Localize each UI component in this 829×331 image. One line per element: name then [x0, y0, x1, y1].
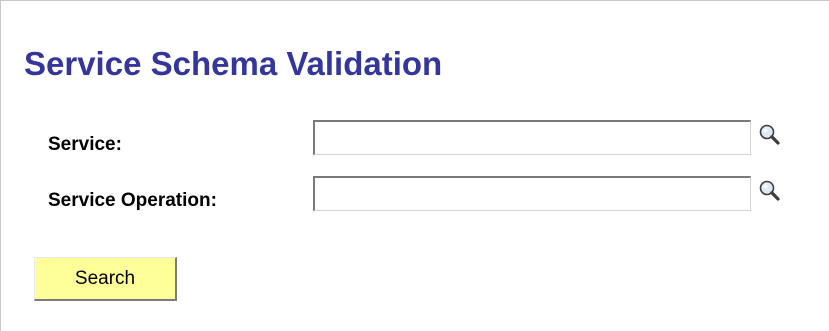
- search-button[interactable]: Search: [34, 257, 177, 301]
- service-operation-input[interactable]: [313, 176, 751, 211]
- service-operation-label: Service Operation:: [48, 190, 217, 211]
- search-icon: [759, 180, 780, 201]
- service-lookup-search-icon[interactable]: [757, 123, 783, 149]
- service-operation-lookup-search-icon[interactable]: [757, 179, 783, 205]
- service-label: Service:: [48, 134, 122, 155]
- page-title: Service Schema Validation: [24, 45, 443, 82]
- page-frame: Service Schema Validation Service: Servi…: [0, 0, 829, 331]
- search-icon: [759, 124, 780, 145]
- service-input[interactable]: [313, 120, 751, 155]
